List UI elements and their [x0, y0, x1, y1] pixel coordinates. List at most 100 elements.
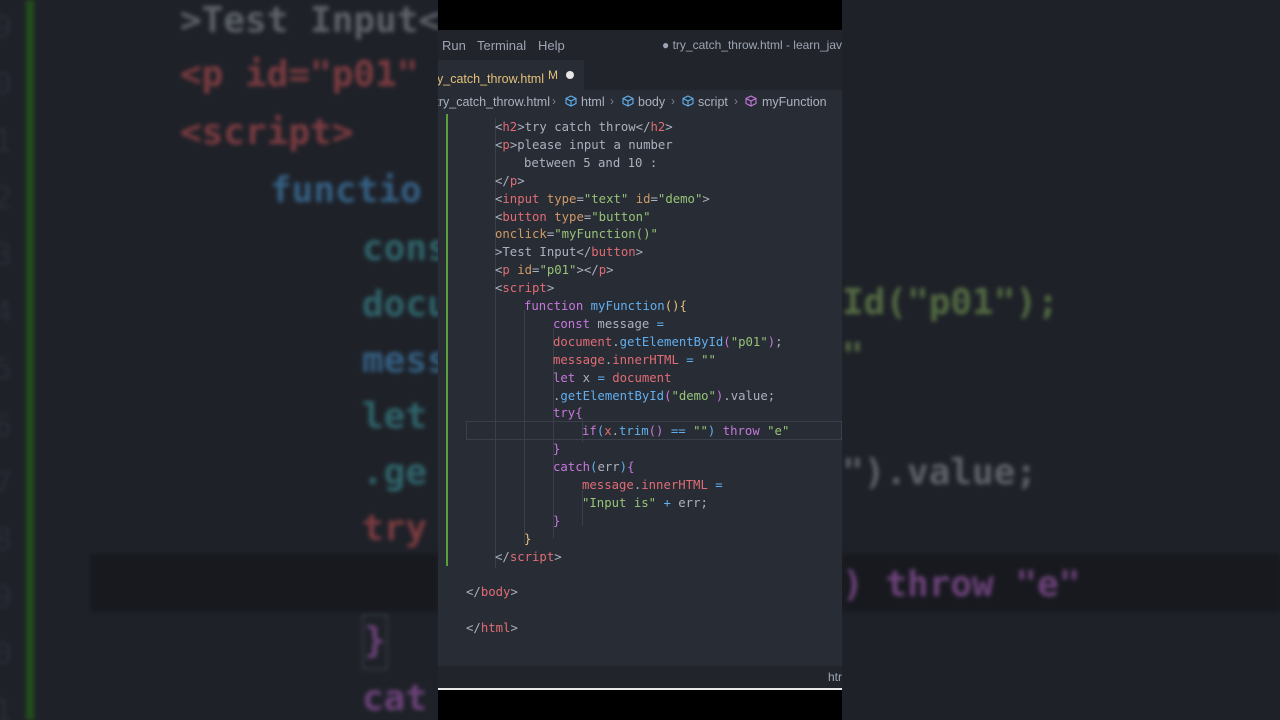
background-line-number: 0 [0, 67, 13, 102]
background-code-line: <p id="p01" [180, 54, 419, 95]
code-token: "text" [583, 191, 629, 206]
code-token: == [670, 424, 686, 439]
code-token: = [576, 191, 584, 206]
code-token: h2 [650, 120, 666, 134]
code-token: button [502, 209, 547, 224]
editor-window: Run Terminal Help ● try_catch_throw.html… [438, 0, 842, 720]
code-token: ) [619, 460, 628, 475]
code-token: { [627, 460, 635, 475]
code-token: getElementById [619, 334, 724, 349]
background-line-number: 5 [0, 352, 13, 387]
code-token: input [502, 191, 540, 206]
code-token: . [612, 334, 620, 349]
code-token: "e" [767, 424, 790, 439]
code-line: const message = [553, 315, 664, 333]
progress-line [438, 688, 842, 690]
background-code-line: mess [362, 340, 438, 381]
code-line: message.innerHTML = [582, 476, 723, 494]
background-line-number: 2 [0, 181, 13, 216]
code-token: . [611, 424, 620, 439]
unsaved-dot-icon[interactable] [566, 71, 574, 79]
chevron-right-icon: › [671, 94, 675, 108]
code-token: err [597, 460, 620, 475]
background-git-gutter [26, 0, 34, 720]
code-token: ></ [576, 263, 599, 278]
code-line: >Test Input</button> [495, 243, 643, 261]
code-token: "p01" [730, 334, 768, 349]
code-line: between 5 and 10 : [524, 154, 657, 172]
status-bar: htr [438, 666, 842, 688]
code-token: "Input is" [582, 495, 657, 510]
code-token: = [715, 478, 723, 492]
code-token: > [554, 549, 562, 564]
background-code-line: Id("p01"); [842, 282, 1059, 323]
code-token: document [553, 334, 613, 349]
menu-run[interactable]: Run [442, 38, 466, 53]
code-line: document.getElementById("p01"); [553, 333, 783, 351]
background-code-line: cons [362, 228, 438, 269]
code-line: <input type="text" id="demo"> [495, 190, 710, 208]
code-token: "button" [591, 209, 651, 224]
code-token: id [517, 263, 533, 278]
breadcrumb-html[interactable]: html [581, 95, 605, 109]
code-token: > [510, 621, 518, 636]
code-token: ( [723, 334, 731, 349]
window-title: ● try_catch_throw.html - learn_javasc [662, 38, 842, 52]
breadcrumb-body[interactable]: body [638, 95, 665, 109]
code-line: if(x.trim() == "") throw "e" [582, 422, 789, 440]
breadcrumb-script[interactable]: script [698, 95, 728, 109]
code-token: ; [775, 334, 783, 349]
code-token: id [635, 191, 651, 206]
code-token: catch [553, 460, 591, 475]
code-token: innerHTML [612, 352, 679, 367]
code-token: button [591, 245, 636, 260]
background-code-line: } [364, 620, 386, 661]
indent-guide [524, 310, 525, 544]
code-token: >Test Input</ [495, 245, 592, 260]
code-token: body [480, 585, 511, 600]
code-line: </html> [466, 619, 518, 637]
tab-try-catch-throw[interactable]: try_catch_throw.html M [438, 60, 584, 91]
code-editor[interactable]: <h2>try catch throw</h2> <p>please input … [438, 114, 842, 666]
code-token: myFunction [590, 299, 665, 313]
code-line: <h2>try catch throw</h2> [495, 118, 673, 136]
code-token: </ [466, 621, 481, 636]
code-line: message.innerHTML = "" [553, 351, 716, 369]
code-token: x [604, 424, 612, 439]
code-token: > [702, 191, 710, 206]
menu-terminal[interactable]: Terminal [477, 38, 526, 53]
background-code-line: let [362, 396, 428, 437]
breadcrumb-file[interactable]: try_catch_throw.html [438, 95, 550, 109]
background-line-number: 9 [0, 10, 13, 45]
code-token: } [524, 531, 532, 546]
code-token: script [509, 549, 555, 564]
code-line: <script> [495, 279, 554, 297]
code-token: >please input a number [509, 137, 673, 152]
code-line: } [553, 440, 560, 458]
background-line-number: 7 [0, 466, 13, 501]
code-line: catch(err){ [553, 458, 634, 476]
background-left-zoom: 9 0 1 2 3 4 5 6 7 8 9 0 1 >Test Input< <p id="p01" <… [0, 0, 438, 720]
code-token: script [502, 281, 547, 296]
code-line: } [553, 512, 560, 530]
code-line: } [524, 530, 531, 548]
language-mode[interactable]: htr [828, 670, 842, 684]
code-token: = [650, 191, 658, 206]
background-code-line: ").value; [842, 452, 1038, 493]
method-cube-icon [745, 95, 757, 107]
element-cube-icon [682, 95, 694, 107]
menu-help[interactable]: Help [538, 38, 565, 53]
code-token: > [665, 120, 673, 134]
code-token: = [597, 370, 605, 385]
background-code-line: docu [362, 284, 438, 325]
background-line-number: 1 [0, 694, 13, 720]
code-token: "p01" [539, 263, 577, 278]
background-right-zoom: Id("p01"); " ").value; ) throw "e" [842, 0, 1280, 720]
background-code-line: try [362, 508, 428, 549]
breadcrumb-function[interactable]: myFunction [762, 95, 827, 109]
code-line: </p> [495, 172, 525, 190]
code-token: = [656, 316, 665, 331]
background-code-line: >Test Input< [180, 0, 438, 41]
